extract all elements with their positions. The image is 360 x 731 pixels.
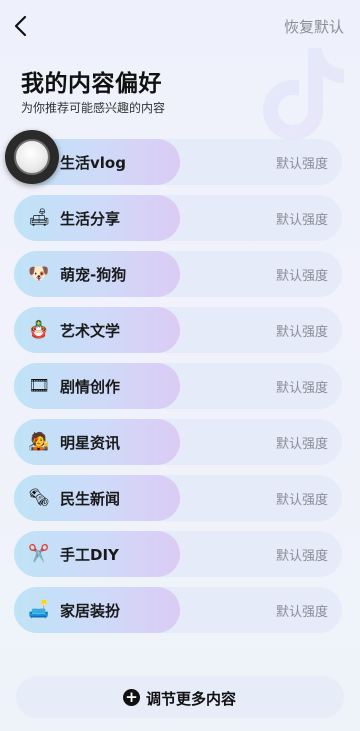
page-title: 我的内容偏好: [21, 71, 162, 97]
restore-default-button[interactable]: 恢复默认: [284, 16, 344, 37]
preference-pill[interactable]: 🛋 生活分享: [14, 195, 180, 241]
strength-setting[interactable]: 默认强度: [276, 377, 328, 396]
preference-row: 生活vlog 默认强度: [14, 139, 342, 185]
back-button[interactable]: [10, 12, 34, 40]
plus-circle-icon: +: [123, 689, 140, 706]
category-label: 手工DIY: [60, 546, 119, 564]
preference-row: 🧑‍🎤 明星资讯 默认强度: [14, 419, 342, 465]
category-icon: 🛋️: [28, 600, 50, 620]
category-label: 生活分享: [60, 210, 121, 228]
strength-setting[interactable]: 默认强度: [276, 265, 328, 284]
category-icon: 🐶: [28, 264, 50, 284]
strength-setting[interactable]: 默认强度: [276, 545, 328, 564]
douyin-logo-watermark: [263, 48, 344, 140]
adjust-more-content-button[interactable]: + 调节更多内容: [16, 676, 344, 718]
category-label: 明星资讯: [60, 434, 121, 452]
category-icon: 🪆: [28, 320, 50, 340]
category-label: 家居装扮: [60, 602, 121, 620]
category-label: 生活vlog: [60, 154, 126, 172]
preference-row: 🎞 剧情创作 默认强度: [14, 363, 342, 409]
category-icon: 🛋: [28, 208, 50, 228]
preference-row: 🪆 艺术文学 默认强度: [14, 307, 342, 353]
preference-row: 🛋️ 家居装扮 默认强度: [14, 587, 342, 633]
preference-pill[interactable]: ✂️ 手工DIY: [14, 531, 180, 577]
preference-pill[interactable]: 🧑‍🎤 明星资讯: [14, 419, 180, 465]
category-icon: 🗞: [28, 488, 50, 508]
category-icon: 🧑‍🎤: [28, 432, 50, 452]
chevron-left-icon: [14, 15, 27, 37]
preference-row: 🗞 民生新闻 默认强度: [14, 475, 342, 521]
strength-setting[interactable]: 默认强度: [276, 433, 328, 452]
preference-pill[interactable]: 🛋️ 家居装扮: [14, 587, 180, 633]
preference-pill[interactable]: 🗞 民生新闻: [14, 475, 180, 521]
assistive-ball-icon: [14, 139, 50, 175]
adjust-more-label: 调节更多内容: [146, 690, 237, 708]
strength-setting[interactable]: 默认强度: [276, 321, 328, 340]
category-label: 艺术文学: [60, 322, 121, 340]
preference-row: 🐶 萌宠-狗狗 默认强度: [14, 251, 342, 297]
category-icon: 🎞: [28, 376, 50, 396]
strength-setting[interactable]: 默认强度: [276, 489, 328, 508]
strength-setting[interactable]: 默认强度: [276, 209, 328, 228]
category-label: 剧情创作: [60, 378, 121, 396]
category-icon: ✂️: [28, 544, 50, 564]
category-label: 萌宠-狗狗: [60, 266, 127, 284]
strength-setting[interactable]: 默认强度: [276, 153, 328, 172]
preference-pill[interactable]: 🐶 萌宠-狗狗: [14, 251, 180, 297]
page-subtitle: 为你推荐可能感兴趣的内容: [21, 101, 166, 115]
category-label: 民生新闻: [60, 490, 121, 508]
floating-assistive-ball[interactable]: [5, 130, 59, 184]
preference-row: ✂️ 手工DIY 默认强度: [14, 531, 342, 577]
strength-setting[interactable]: 默认强度: [276, 601, 328, 620]
preference-pill[interactable]: 🪆 艺术文学: [14, 307, 180, 353]
preference-pill[interactable]: 🎞 剧情创作: [14, 363, 180, 409]
preference-row: 🛋 生活分享 默认强度: [14, 195, 342, 241]
